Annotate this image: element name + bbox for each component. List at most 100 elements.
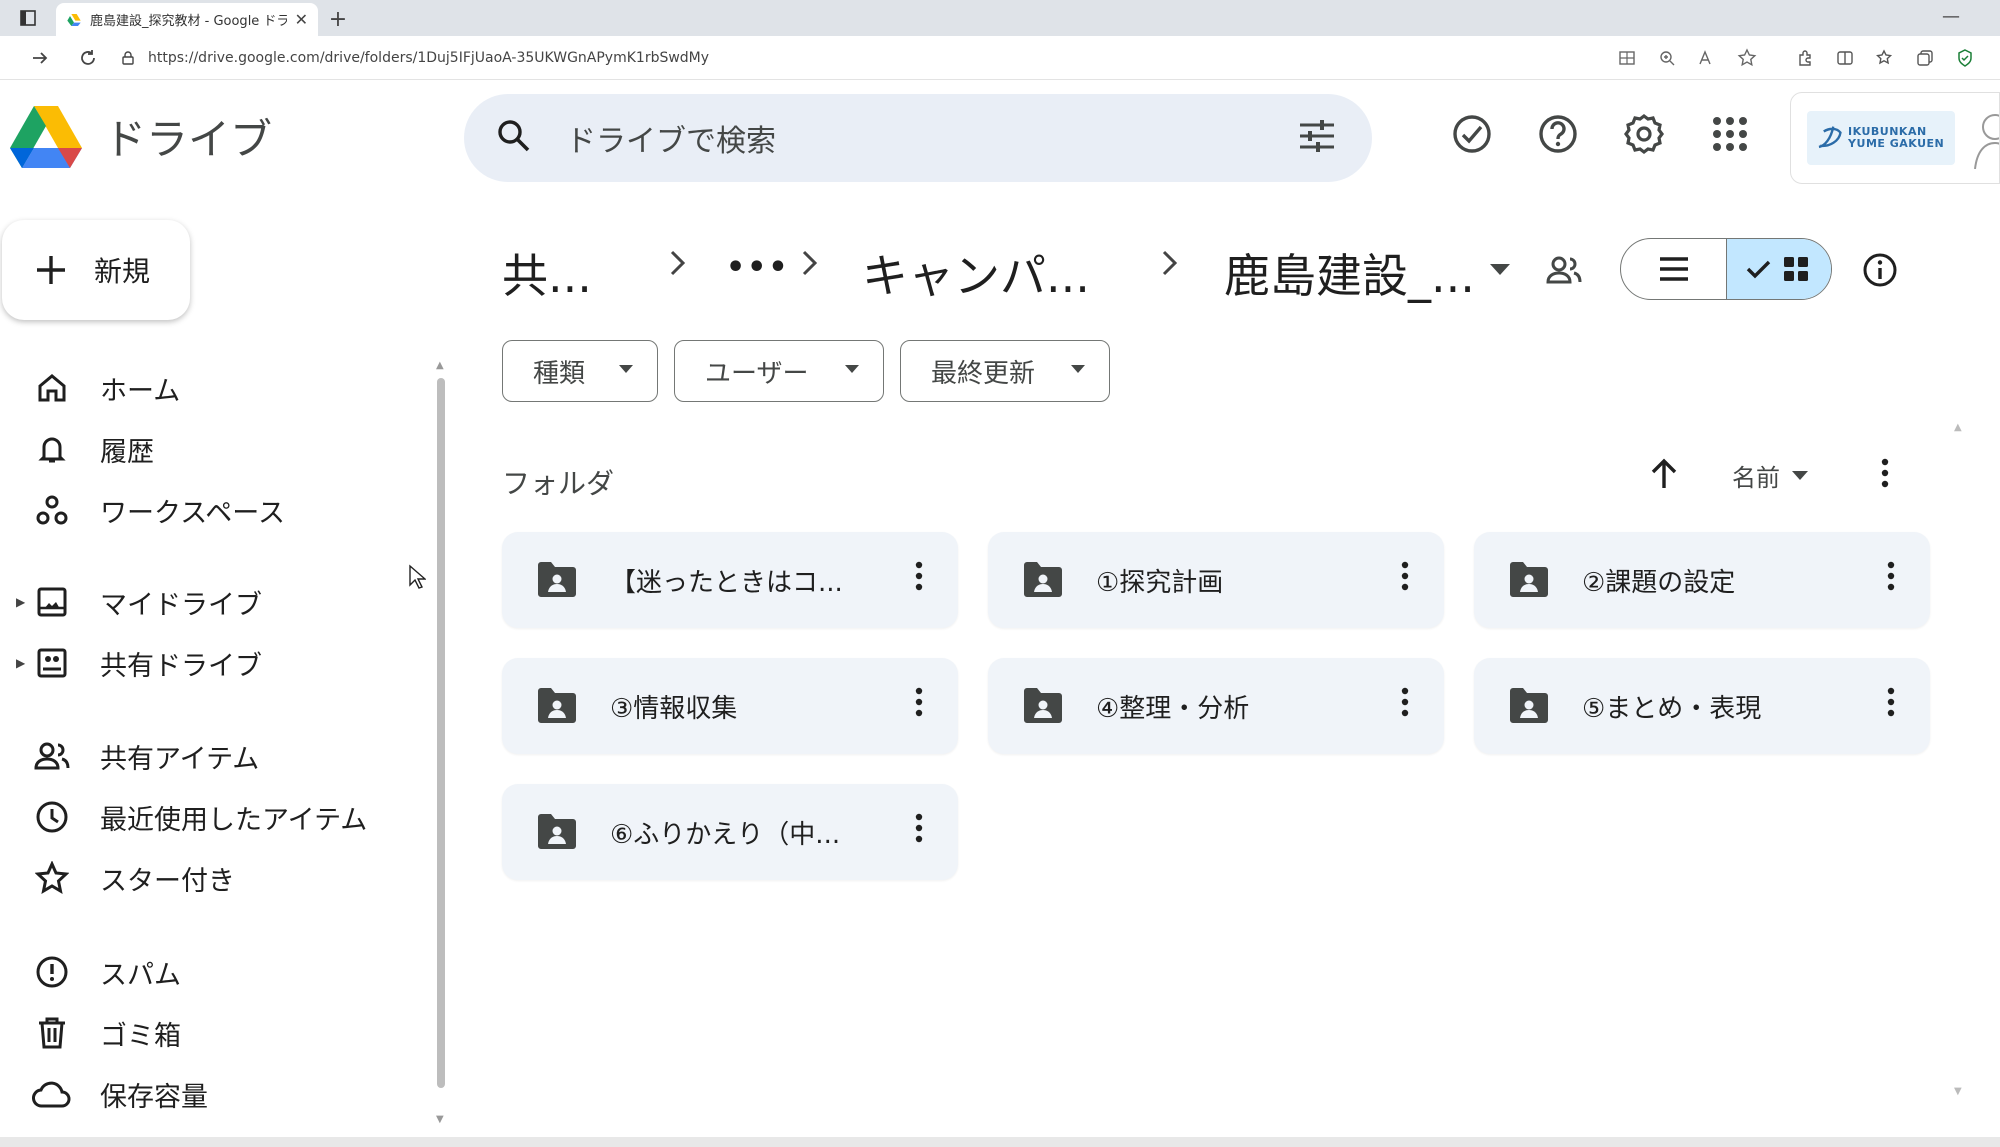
folder-more-options-icon[interactable]: [914, 560, 924, 592]
sidebar-item-workspaces[interactable]: ワークスペース: [0, 482, 420, 538]
dropdown-arrow-icon: [845, 365, 859, 373]
folders-section-title: フォルダ: [502, 467, 615, 500]
my-drive-icon: [32, 582, 72, 622]
sidebar-item-my-drive[interactable]: ▶ マイドライブ: [0, 574, 420, 630]
home-icon: [32, 368, 72, 408]
breadcrumb-item[interactable]: キャンパ...: [862, 240, 1090, 306]
app-view-icon[interactable]: [1614, 45, 1640, 71]
search-bar[interactable]: ドライブで検索: [464, 94, 1372, 182]
sidebar-item-label: 最近使用したアイテム: [100, 804, 368, 836]
folder-menu-dropdown-icon[interactable]: [1490, 264, 1510, 275]
settings-gear-icon[interactable]: [1620, 110, 1668, 158]
folder-card[interactable]: ③情報収集: [502, 658, 958, 754]
trash-icon: [32, 1013, 72, 1053]
apps-grid-icon[interactable]: [1706, 110, 1754, 158]
breadcrumb-current-folder[interactable]: 鹿島建設_...: [1224, 240, 1475, 306]
forward-icon[interactable]: [16, 48, 64, 68]
browser-tab-bar: 鹿島建設_探究教材 - Google ドライブ ✕ + —: [0, 0, 2000, 36]
sidebar-item-label: 共有ドライブ: [100, 650, 262, 682]
close-tab-icon[interactable]: ✕: [295, 10, 308, 29]
reload-icon[interactable]: [64, 48, 112, 68]
type-filter-chip[interactable]: 種類: [502, 340, 658, 402]
sidebar-item-shared-drives[interactable]: ▶ 共有ドライブ: [0, 635, 420, 691]
sidebar-item-shared-with-me[interactable]: 共有アイテム: [0, 728, 420, 784]
shared-folder-people-icon[interactable]: [1546, 254, 1582, 290]
favorites-icon[interactable]: [1872, 45, 1898, 71]
folder-card[interactable]: ②課題の設定: [1474, 532, 1930, 628]
sidebar-item-spam[interactable]: スパム: [0, 944, 420, 1000]
sidebar-item-activity[interactable]: 履歴: [0, 421, 420, 477]
folder-card[interactable]: 【迷ったときはコ...: [502, 532, 958, 628]
sidebar-item-recent[interactable]: 最近使用したアイテム: [0, 789, 420, 845]
sidebar-item-label: スパム: [100, 959, 181, 991]
sidebar-item-trash[interactable]: ゴミ箱: [0, 1005, 420, 1061]
breadcrumb-overflow[interactable]: •••: [726, 250, 790, 285]
chevron-right-icon: [1160, 248, 1180, 286]
new-button[interactable]: 新規: [2, 220, 190, 320]
folder-more-options-icon[interactable]: [1400, 560, 1410, 592]
sidebar-item-label: ホーム: [100, 375, 181, 407]
read-aloud-icon[interactable]: [1694, 45, 1720, 71]
folder-name: ①探究計画: [1096, 567, 1224, 598]
modified-filter-chip[interactable]: 最終更新: [900, 340, 1110, 402]
folder-card[interactable]: ①探究計画: [988, 532, 1444, 628]
shared-folder-icon: [1024, 562, 1062, 597]
dropdown-arrow-icon: [619, 365, 633, 373]
shared-folder-icon: [1510, 562, 1548, 597]
folder-more-options-icon[interactable]: [1400, 686, 1410, 718]
chip-label: ユーザー: [705, 358, 809, 389]
folder-more-options-icon[interactable]: [1886, 686, 1896, 718]
list-icon: [1659, 257, 1688, 281]
favorite-star-icon[interactable]: [1734, 45, 1760, 71]
sort-by-name-button[interactable]: 名前: [1732, 458, 1808, 493]
browser-essentials-icon[interactable]: [1952, 45, 1978, 71]
folder-card[interactable]: ④整理・分析: [988, 658, 1444, 754]
drive-logo-icon[interactable]: [10, 104, 82, 172]
search-input[interactable]: ドライブで検索: [566, 116, 1298, 160]
tab-actions-icon[interactable]: [0, 0, 56, 36]
folder-more-options-icon[interactable]: [914, 686, 924, 718]
info-icon[interactable]: [1862, 252, 1898, 292]
collections-icon[interactable]: [1912, 45, 1938, 71]
people-filter-chip[interactable]: ユーザー: [674, 340, 884, 402]
search-icon[interactable]: [496, 118, 532, 158]
browser-tab[interactable]: 鹿島建設_探究教材 - Google ドライブ ✕: [56, 3, 318, 36]
shared-folder-icon: [538, 562, 576, 597]
sidebar-scrollbar[interactable]: [437, 378, 445, 1088]
folder-more-options-icon[interactable]: [914, 812, 924, 844]
folder-more-options-icon[interactable]: [1886, 560, 1896, 592]
new-tab-icon[interactable]: +: [318, 3, 358, 36]
more-options-icon[interactable]: [1880, 458, 1890, 492]
scroll-down-arrow-icon[interactable]: ▼: [1954, 1086, 1962, 1097]
expand-caret-icon[interactable]: ▶: [16, 656, 25, 670]
grid-view-button[interactable]: [1726, 239, 1831, 299]
split-screen-icon[interactable]: [1832, 45, 1858, 71]
folder-name: 【迷ったときはコ...: [610, 567, 843, 598]
extensions-icon[interactable]: [1792, 45, 1818, 71]
zoom-icon[interactable]: [1654, 45, 1680, 71]
minimize-icon[interactable]: —: [1942, 6, 1960, 27]
folder-card[interactable]: ⑤まとめ・表現: [1474, 658, 1930, 754]
search-options-icon[interactable]: [1298, 119, 1336, 157]
list-view-button[interactable]: [1621, 239, 1726, 299]
sort-direction-arrow-icon[interactable]: [1650, 458, 1678, 494]
sort-label: 名前: [1732, 464, 1780, 492]
help-icon[interactable]: [1534, 110, 1582, 158]
breadcrumb-item[interactable]: 共...: [502, 240, 592, 306]
ready-for-offline-icon[interactable]: [1448, 110, 1496, 158]
bell-icon: [32, 429, 72, 469]
new-button-label: 新規: [94, 255, 151, 288]
sidebar-item-starred[interactable]: スター付き: [0, 850, 420, 906]
scroll-up-arrow-icon[interactable]: ▲: [436, 360, 444, 371]
url-field[interactable]: https://drive.google.com/drive/folders/1…: [112, 42, 1614, 74]
folder-card[interactable]: ⑥ふりかえり（中...: [502, 784, 958, 880]
scroll-down-arrow-icon[interactable]: ▼: [436, 1114, 444, 1125]
shared-folder-icon: [1510, 688, 1548, 723]
expand-caret-icon[interactable]: ▶: [16, 595, 25, 609]
sidebar-item-home[interactable]: ホーム: [0, 360, 420, 416]
cloud-icon: [32, 1074, 72, 1114]
url-text: https://drive.google.com/drive/folders/1…: [148, 49, 710, 66]
sidebar-item-storage[interactable]: 保存容量: [0, 1066, 420, 1122]
organization-account-badge[interactable]: IKUBUNKAN YUME GAKUEN: [1790, 92, 2000, 184]
scroll-up-arrow-icon[interactable]: ▲: [1954, 422, 1962, 433]
